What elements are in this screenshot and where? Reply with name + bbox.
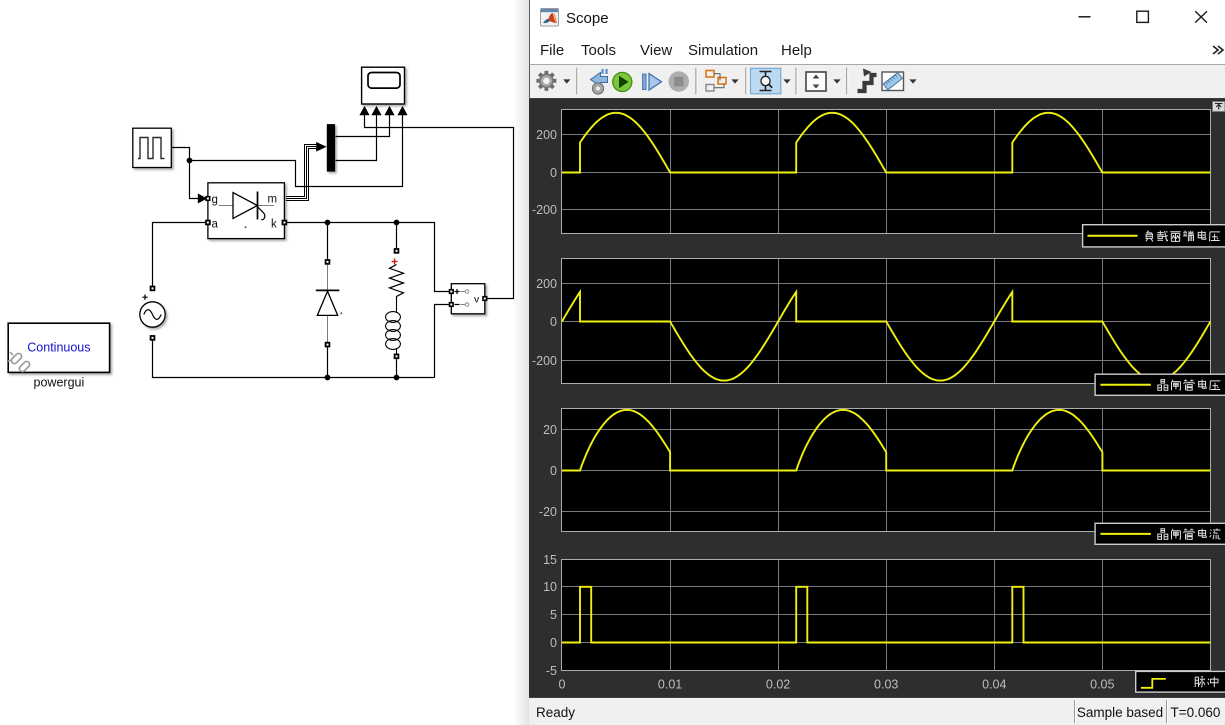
- svg-text:0.03: 0.03: [874, 678, 898, 692]
- svg-text:20: 20: [543, 423, 557, 437]
- svg-text:g: g: [212, 194, 218, 206]
- svg-text:0.04: 0.04: [982, 678, 1006, 692]
- svg-text:0: 0: [550, 315, 557, 329]
- svg-text:200: 200: [536, 277, 557, 291]
- svg-text:-5: -5: [546, 664, 557, 678]
- svg-text:10: 10: [543, 580, 557, 594]
- svg-text:-200: -200: [532, 203, 557, 217]
- svg-text:-20: -20: [539, 505, 557, 519]
- svg-text:powergui: powergui: [34, 376, 85, 390]
- svg-text:a: a: [212, 219, 219, 231]
- svg-text:0.02: 0.02: [766, 678, 790, 692]
- svg-text:15: 15: [543, 553, 557, 567]
- svg-text:0: 0: [550, 636, 557, 650]
- svg-text:0.01: 0.01: [658, 678, 682, 692]
- svg-text:v: v: [474, 294, 480, 306]
- svg-text:0: 0: [550, 166, 557, 180]
- svg-text:k: k: [271, 219, 277, 231]
- svg-text:Continuous: Continuous: [27, 341, 90, 355]
- svg-text:-200: -200: [532, 354, 557, 368]
- svg-text:0: 0: [550, 464, 557, 478]
- svg-text:0.05: 0.05: [1090, 678, 1114, 692]
- svg-text:m: m: [268, 194, 278, 206]
- svg-text:0: 0: [559, 678, 566, 692]
- svg-text:5: 5: [550, 608, 557, 622]
- svg-text:200: 200: [536, 128, 557, 142]
